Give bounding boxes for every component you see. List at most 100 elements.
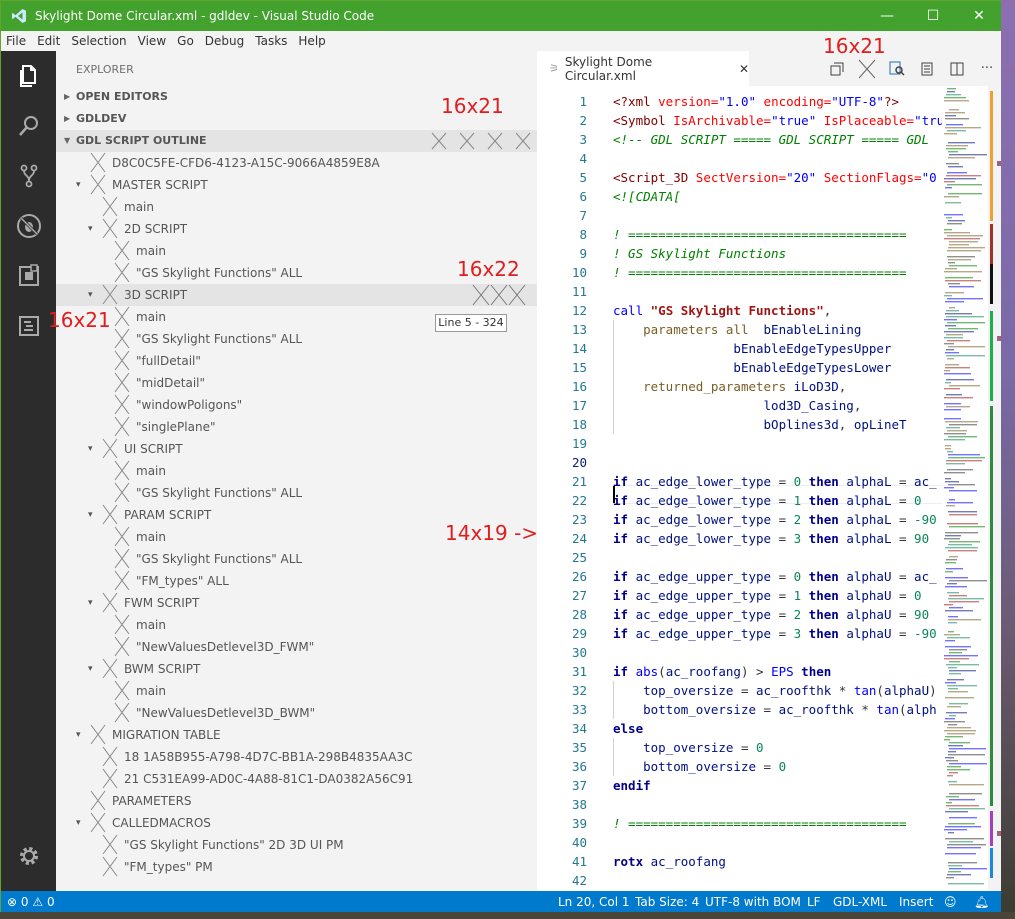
tab-skylight-dome-circular[interactable]: ⚞ Skylight Dome Circular.xml ✕	[537, 51, 749, 86]
chevron-down-icon[interactable]: ▾	[88, 504, 98, 526]
editor-scrollbar[interactable]	[988, 86, 1002, 891]
code-token: then	[801, 531, 847, 546]
placeholder-x-icon	[102, 658, 118, 679]
settings-gear-icon[interactable]	[1, 831, 56, 881]
line-number: 1	[579, 94, 587, 109]
outline-item-label: "windowPoligons"	[136, 398, 243, 412]
menu-help[interactable]: Help	[293, 34, 331, 48]
cursor-position[interactable]: Ln 20, Col 1	[558, 891, 630, 913]
menu-selection[interactable]: Selection	[66, 34, 132, 48]
outline-item[interactable]: "NewValuesDetlevel3D_FWM"	[56, 636, 537, 658]
outline-item-label: 21 C531EA99-AD0C-4A88-81C1-DA0382A56C91	[124, 772, 414, 786]
outline-item[interactable]: "GS Skylight Functions" ALL	[56, 482, 537, 504]
code-token: tan	[876, 702, 899, 717]
outline-item[interactable]: ▾ CALLEDMACROS	[56, 812, 537, 834]
outline-item[interactable]: ▾ MIGRATION TABLE	[56, 724, 537, 746]
outline-item[interactable]: 21 C531EA99-AD0C-4A88-81C1-DA0382A56C91	[56, 768, 537, 790]
extensions-icon[interactable]	[1, 251, 56, 301]
outline-item-label: "NewValuesDetlevel3D_BWM"	[136, 706, 316, 720]
minimize-button[interactable]: —	[864, 1, 910, 31]
explorer-icon[interactable]	[1, 51, 56, 101]
line-content: if ac_edge_upper_type = 1 then alphaU = …	[613, 586, 922, 605]
placeholder-x-icon	[114, 262, 130, 283]
code-token: <Symbol	[613, 113, 674, 128]
tab-size[interactable]: Tab Size: 4	[635, 891, 699, 913]
outline-item[interactable]: ▾ BWM SCRIPT	[56, 658, 537, 680]
placeholder-x-icon	[90, 174, 106, 195]
code-line: 26 if ac_edge_upper_type = 0 then alphaU …	[537, 567, 942, 586]
menu-view[interactable]: View	[133, 34, 172, 48]
outline-header-placeholder-icons[interactable]	[431, 132, 531, 150]
preview-icon[interactable]	[912, 51, 942, 86]
menu-go[interactable]: Go	[172, 34, 200, 48]
section-label: GDLDEV	[76, 112, 127, 125]
desktop-background	[1001, 0, 1015, 919]
problems-indicator[interactable]: ⊗ 0 ⚠ 0	[7, 891, 55, 913]
outline-item[interactable]: "GS Skylight Functions" ALL	[56, 548, 537, 570]
outline-item[interactable]: main	[56, 196, 537, 218]
outline-item[interactable]: ▾ 2D SCRIPT	[56, 218, 537, 240]
menu-debug[interactable]: Debug	[200, 34, 250, 48]
outline-item[interactable]: "NewValuesDetlevel3D_BWM"	[56, 702, 537, 724]
debug-icon[interactable]	[1, 201, 56, 251]
close-button[interactable]: ✕	[956, 1, 1002, 31]
outline-item[interactable]: "FM_types" ALL	[56, 570, 537, 592]
tab-close-icon[interactable]: ✕	[739, 62, 749, 76]
find-icon[interactable]	[882, 51, 912, 86]
chevron-down-icon[interactable]: ▾	[76, 724, 86, 746]
line-number: 26	[571, 569, 587, 584]
code-token: =	[891, 607, 915, 622]
encoding[interactable]: UTF-8 with BOM	[705, 891, 801, 913]
outline-item[interactable]: ▾ MASTER SCRIPT	[56, 174, 537, 196]
minimap[interactable]	[942, 86, 992, 891]
code-editor[interactable]: 1 <?xml version="1.0" encoding="UTF-8"?> 2…	[537, 86, 942, 891]
code-token: then	[801, 588, 847, 603]
language-mode[interactable]: GDL-XML	[833, 891, 887, 913]
outline-item[interactable]: "windowPoligons"	[56, 394, 537, 416]
line-content: lod3D_Casing,	[613, 396, 862, 415]
menu-tasks[interactable]: Tasks	[250, 34, 293, 48]
feedback-smiley-icon[interactable]: ☺	[944, 891, 957, 913]
outline-item[interactable]: 18 1A58B955-A798-4D7C-BB1A-298B4835AA3C	[56, 746, 537, 768]
chevron-down-icon[interactable]: ▾	[88, 592, 98, 614]
code-line: 23 if ac_edge_lower_type = 2 then alphaL …	[537, 510, 942, 529]
outline-item[interactable]: ▾ UI SCRIPT	[56, 438, 537, 460]
notifications-bell-icon[interactable]: 🔔︎	[974, 891, 989, 913]
outline-item[interactable]: "midDetail"	[56, 372, 537, 394]
outline-item[interactable]: main	[56, 680, 537, 702]
outline-item[interactable]: ▾ FWM SCRIPT	[56, 592, 537, 614]
more-icon[interactable]: ···	[972, 51, 1002, 86]
outline-item[interactable]: D8C0C5FE-CFD6-4123-A15C-9066A4859E8A	[56, 152, 537, 174]
row-action-placeholder-icons[interactable]	[472, 284, 526, 306]
menu-edit[interactable]: Edit	[32, 34, 66, 48]
insert-mode[interactable]: Insert	[899, 891, 933, 913]
maximize-button[interactable]: ☐	[910, 1, 956, 31]
end-of-line[interactable]: LF	[807, 891, 821, 913]
source-control-icon[interactable]	[1, 151, 56, 201]
search-icon[interactable]	[1, 101, 56, 151]
menu-file[interactable]: File	[1, 34, 32, 48]
line-content: parameters all bEnableLining	[613, 320, 861, 339]
line-content: call "GS Skylight Functions",	[613, 301, 831, 320]
outline-item[interactable]: main	[56, 460, 537, 482]
outline-item[interactable]: "fullDetail"	[56, 350, 537, 372]
outline-item[interactable]: "GS Skylight Functions" 2D 3D UI PM	[56, 834, 537, 856]
chevron-down-icon[interactable]: ▾	[88, 438, 98, 460]
outline-item[interactable]: ▾ 3D SCRIPT	[56, 284, 537, 306]
line-number: 23	[571, 512, 587, 527]
outline-item[interactable]: "FM_types" PM	[56, 856, 537, 878]
code-token: "20"	[786, 170, 817, 185]
outline-item[interactable]: "singlePlane"	[56, 416, 537, 438]
chevron-down-icon[interactable]: ▾	[76, 174, 86, 196]
size-annotation: 16x22	[457, 257, 520, 281]
code-line: 18 bOplines3d, opLineT	[537, 415, 942, 434]
chevron-down-icon[interactable]: ▾	[88, 284, 98, 306]
outline-item[interactable]: main	[56, 614, 537, 636]
chevron-down-icon[interactable]: ▾	[88, 658, 98, 680]
chevron-down-icon[interactable]: ▾	[88, 218, 98, 240]
section-gdl-script-outline[interactable]: ▼ GDL SCRIPT OUTLINE	[56, 130, 537, 152]
split-editor-icon[interactable]	[942, 51, 972, 86]
chevron-down-icon[interactable]: ▾	[76, 812, 86, 834]
outline-item[interactable]: PARAMETERS	[56, 790, 537, 812]
code-token: bEnableEdgeTypesLower	[733, 360, 892, 375]
